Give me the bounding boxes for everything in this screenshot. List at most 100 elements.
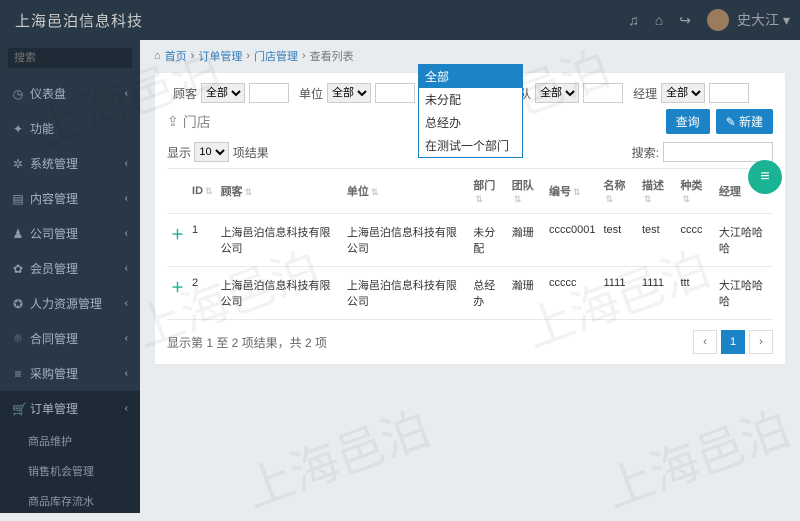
page-title-text: 门店 <box>183 112 211 132</box>
cell-manager: 大江哈哈哈 <box>715 214 773 267</box>
breadcrumb-link[interactable]: 首页 <box>165 48 187 64</box>
floating-action-button[interactable]: ≡ <box>748 160 782 194</box>
filter-input-manager[interactable] <box>709 83 749 103</box>
cell-id: 1 <box>188 214 217 267</box>
sidebar-item-contract[interactable]: ⌾合同管理‹ <box>0 321 140 356</box>
avatar-icon <box>707 9 729 31</box>
col-type[interactable]: 种类⇅ <box>676 169 714 214</box>
submenu-item[interactable]: 销售机会管理 <box>0 456 140 486</box>
sidebar-item-label: 功能 <box>30 120 54 137</box>
pager-prev[interactable]: ‹ <box>693 330 717 354</box>
entries-label: 项结果 <box>233 144 269 161</box>
page-size-select[interactable]: 10 <box>194 142 229 162</box>
col-team[interactable]: 团队⇅ <box>508 169 545 214</box>
sidebar-item-label: 系统管理 <box>30 155 78 172</box>
sort-icon: ⇅ <box>205 186 213 196</box>
filter-select-team[interactable]: 全部 <box>535 83 579 103</box>
sidebar-item-system[interactable]: ✲系统管理‹ <box>0 146 140 181</box>
filter-select-customer[interactable]: 全部 <box>201 83 245 103</box>
col-desc[interactable]: 描述⇅ <box>638 169 676 214</box>
col-expand <box>167 169 188 214</box>
home-icon[interactable]: ⌂ <box>154 50 161 62</box>
sidebar-item-hr[interactable]: ✪人力资源管理‹ <box>0 286 140 321</box>
cart-icon: 🛒 <box>12 402 24 416</box>
filter-input-team[interactable] <box>583 83 623 103</box>
hr-icon: ✪ <box>12 297 24 311</box>
col-label: 部门 <box>473 180 495 192</box>
chevron-down-icon: ▾ <box>783 12 790 29</box>
query-button[interactable]: 查询 <box>666 109 710 134</box>
sidebar-search-input[interactable] <box>8 48 132 68</box>
dropdown-option-selected[interactable]: 全部 <box>419 65 522 88</box>
table-row[interactable]: ＋ 2 上海邑泊信息科技有限公司 上海邑泊信息科技有限公司 总经办 瀚珊 ccc… <box>167 267 773 320</box>
dropdown-option[interactable]: 在测试一个部门 <box>419 134 522 157</box>
cell-code: ccccc <box>545 267 599 320</box>
cell-customer: 上海邑泊信息科技有限公司 <box>217 214 343 267</box>
sidebar-submenu: 商品维护 销售机会管理 商品库存流水 商品入库 订单录入 商品出库 客户订单开票… <box>0 426 140 513</box>
contract-icon: ⌾ <box>12 331 24 346</box>
sidebar-item-label: 公司管理 <box>30 225 78 242</box>
col-label: 团队 <box>512 180 534 192</box>
upload-icon: ⇪ <box>167 113 179 130</box>
filter-input-customer[interactable] <box>249 83 289 103</box>
sort-icon: ⇅ <box>606 194 614 204</box>
exit-icon[interactable]: ↪ <box>679 12 691 29</box>
col-label: 名称 <box>604 180 626 192</box>
dropdown-option[interactable]: 未分配 <box>419 88 522 111</box>
pager-next[interactable]: › <box>749 330 773 354</box>
filter-input-unit[interactable] <box>375 83 415 103</box>
cell-desc: 1111 <box>638 267 676 320</box>
col-label: 顾客 <box>221 186 243 198</box>
submenu-item[interactable]: 商品维护 <box>0 426 140 456</box>
cell-unit: 上海邑泊信息科技有限公司 <box>343 214 469 267</box>
col-label: 描述 <box>642 180 664 192</box>
sidebar-item-order[interactable]: 🛒订单管理‹ <box>0 391 140 426</box>
sidebar-item-label: 订单管理 <box>30 400 78 417</box>
table-row[interactable]: ＋ 1 上海邑泊信息科技有限公司 上海邑泊信息科技有限公司 未分配 瀚珊 ccc… <box>167 214 773 267</box>
col-dept[interactable]: 部门⇅ <box>469 169 508 214</box>
brand-title: 上海邑泊信息科技 <box>15 10 628 31</box>
chevron-left-icon: ‹ <box>125 333 128 344</box>
table-header-row: ID⇅ 顾客⇅ 单位⇅ 部门⇅ 团队⇅ 编号⇅ 名称⇅ 描述⇅ 种类⇅ 经理 <box>167 169 773 214</box>
filter-select-manager[interactable]: 全部 <box>661 83 705 103</box>
sidebar-item-dashboard[interactable]: ◷仪表盘‹ <box>0 76 140 111</box>
top-header: 上海邑泊信息科技 ♫ ⌂ ↪ 史大江 ▾ <box>0 0 800 40</box>
sort-icon: ⇅ <box>573 187 581 197</box>
cell-desc: test <box>638 214 676 267</box>
sidebar-item-content[interactable]: ▤内容管理‹ <box>0 181 140 216</box>
submenu-label: 商品维护 <box>28 436 72 448</box>
filter-select-unit[interactable]: 全部 <box>327 83 371 103</box>
submenu-item[interactable]: 商品库存流水 <box>0 486 140 513</box>
create-button[interactable]: ✎ 新建 <box>716 109 773 134</box>
sidebar-item-purchase[interactable]: ≡采购管理‹ <box>0 356 140 391</box>
user-menu[interactable]: 史大江 ▾ <box>707 9 790 31</box>
breadcrumb-link[interactable]: 订单管理 <box>198 48 242 64</box>
dropdown-option[interactable]: 总经办 <box>419 111 522 134</box>
sort-icon: ⇅ <box>245 187 253 197</box>
sidebar-item-function[interactable]: ✦功能 <box>0 111 140 146</box>
table-search-input[interactable] <box>663 142 773 162</box>
chevron-left-icon: ‹ <box>125 298 128 309</box>
bell-icon[interactable]: ♫ <box>628 12 639 28</box>
breadcrumb-link[interactable]: 门店管理 <box>254 48 298 64</box>
sidebar-item-member[interactable]: ✿会员管理‹ <box>0 251 140 286</box>
expand-icon[interactable]: ＋ <box>171 227 184 242</box>
home-icon[interactable]: ⌂ <box>655 12 663 28</box>
sidebar-item-label: 采购管理 <box>30 365 78 382</box>
content-icon: ▤ <box>12 192 24 206</box>
cell-team: 瀚珊 <box>508 267 545 320</box>
col-unit[interactable]: 单位⇅ <box>343 169 469 214</box>
chevron-left-icon: ‹ <box>125 88 128 99</box>
pager-page[interactable]: 1 <box>721 330 745 354</box>
sidebar-item-label: 会员管理 <box>30 260 78 277</box>
col-name[interactable]: 名称 ⇅ <box>600 169 638 214</box>
col-code[interactable]: 编号⇅ <box>545 169 599 214</box>
sidebar-item-company[interactable]: ♟公司管理‹ <box>0 216 140 251</box>
cell-dept: 未分配 <box>469 214 508 267</box>
col-customer[interactable]: 顾客⇅ <box>217 169 343 214</box>
company-icon: ♟ <box>12 227 24 241</box>
expand-icon[interactable]: ＋ <box>171 280 184 295</box>
col-id[interactable]: ID⇅ <box>188 169 217 214</box>
sidebar-item-label: 仪表盘 <box>30 85 66 102</box>
cell-team: 瀚珊 <box>508 214 545 267</box>
